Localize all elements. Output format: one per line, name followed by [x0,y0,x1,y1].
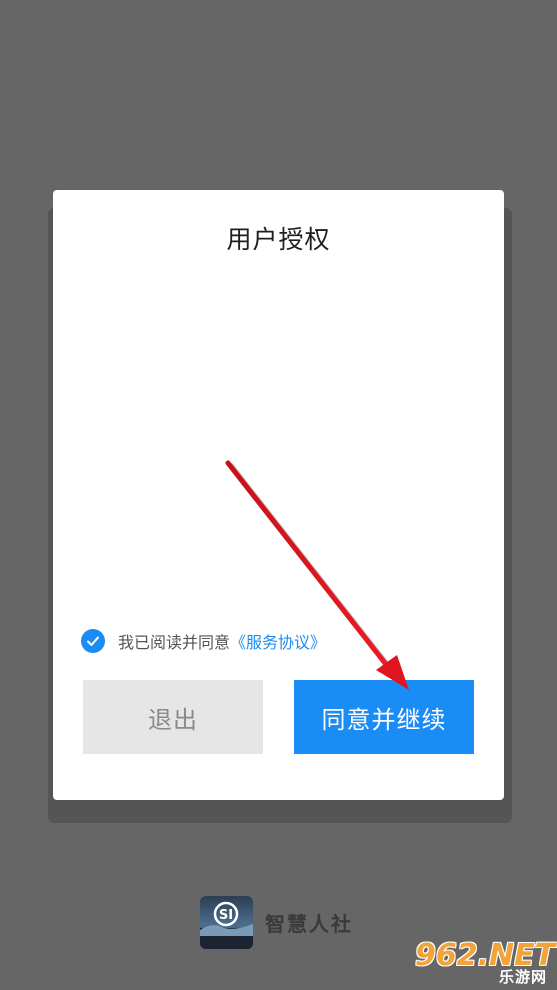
app-name: 智慧人社 [265,912,353,936]
app-brand: SI 智慧人社 [200,895,353,950]
app-logo: SI [200,896,253,949]
agreement-text: 我已阅读并同意 [118,632,231,652]
dialog-title: 用户授权 [226,225,331,254]
service-agreement-link[interactable]: 《服务协议》 [230,629,326,653]
exit-button[interactable]: 退出 [83,680,263,754]
site-watermark: 962.NET 乐游网 [415,938,555,986]
agree-continue-button[interactable]: 同意并继续 [294,680,474,754]
agreement-row: 我已阅读并同意 《服务协议》 [81,627,326,654]
agreement-checkbox[interactable] [81,628,105,653]
app-logo-text: SI [219,908,233,923]
user-authorization-dialog: 用户授权 我已阅读并同意 《服务协议》 退出 同意并继续 [53,190,504,800]
checkmark-icon [87,636,99,646]
watermark-sub: 乐游网 [498,968,547,986]
